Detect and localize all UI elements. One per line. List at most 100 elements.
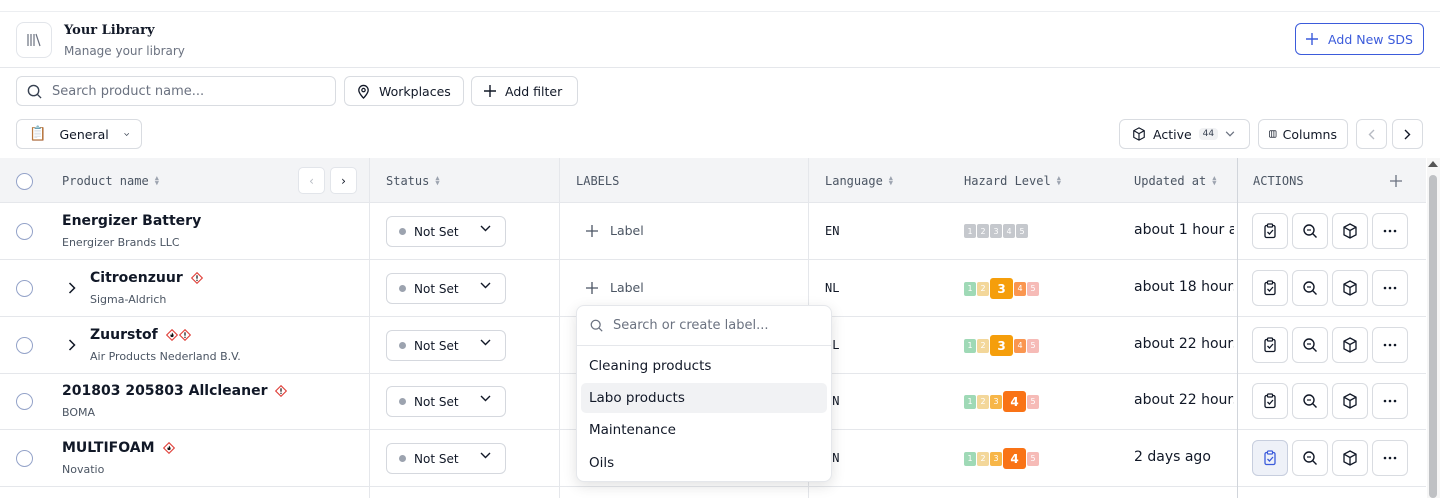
hazard-level-5: 5 (1027, 338, 1039, 353)
clipboard-check-icon (1264, 223, 1276, 239)
sort-icon: ▲ ▼ (154, 173, 159, 187)
column-scroll-left-button[interactable]: ‹ (298, 167, 325, 194)
hazard-level-4: 4 (1003, 224, 1015, 238)
label-dropdown: Cleaning products Labo products Maintena… (576, 305, 832, 482)
column-scroll-right-button[interactable]: › (330, 167, 357, 194)
more-action-button[interactable] (1372, 327, 1408, 363)
zoom-action-button[interactable] (1292, 383, 1328, 419)
add-label-button[interactable]: Label (586, 223, 644, 238)
product-search[interactable] (16, 76, 336, 106)
label-search-input[interactable] (613, 318, 823, 333)
hazard-level-4: 4 (1014, 338, 1026, 353)
clipboard-check-action-button[interactable] (1252, 213, 1288, 249)
zoom-action-button[interactable] (1292, 213, 1328, 249)
manufacturer: BOMA (62, 406, 96, 419)
product-name[interactable]: 201803 205803 Allcleaner (62, 383, 288, 399)
table-row[interactable]: Energizer Battery Energizer Brands LLC Not… (0, 203, 1426, 260)
hazard-level-3: 3 (990, 224, 1002, 238)
row-checkbox[interactable] (16, 450, 33, 467)
label-option-maintenance[interactable]: Maintenance (581, 415, 827, 445)
row-checkbox[interactable] (16, 337, 33, 354)
col-labels: LABELS (576, 173, 620, 188)
zoom-action-button[interactable] (1292, 440, 1328, 476)
add-filter-button[interactable]: Add filter (471, 76, 578, 106)
status-value: Not Set (414, 281, 459, 296)
add-new-sds-button[interactable]: Add New SDS (1295, 23, 1424, 55)
view-selector[interactable]: 📋 General (16, 119, 142, 149)
row-checkbox[interactable] (16, 393, 33, 410)
status-select[interactable]: Not Set (386, 216, 506, 247)
row-divider (1238, 429, 1426, 430)
status-select[interactable]: Not Set (386, 443, 506, 474)
label-option-cleaning[interactable]: Cleaning products (581, 351, 827, 381)
hazard-level-4: 4 (1014, 281, 1026, 296)
col-updated-at[interactable]: Updated at ▲ ▼ (1134, 158, 1216, 203)
chevron-left-icon (1368, 129, 1375, 139)
more-action-button[interactable] (1372, 213, 1408, 249)
status-value: Not Set (414, 451, 459, 466)
chevron-right-icon[interactable] (68, 282, 76, 294)
select-all-checkbox[interactable] (16, 173, 33, 190)
chevron-down-icon (123, 132, 129, 136)
page-prev-button[interactable] (1356, 119, 1387, 149)
page-subtitle: Manage your library (64, 44, 185, 58)
row-divider (1238, 259, 1426, 260)
page-next-button[interactable] (1392, 119, 1423, 149)
product-name[interactable]: MULTIFOAM (62, 440, 175, 456)
scroll-up-arrow-icon[interactable] (1428, 161, 1438, 167)
cube-action-button[interactable] (1332, 383, 1368, 419)
add-label-text: Label (610, 280, 644, 295)
clipboard-check-action-button[interactable] (1252, 440, 1288, 476)
product-name[interactable]: Zuurstof (90, 327, 191, 343)
status-select[interactable]: Not Set (386, 330, 506, 361)
scrollbar-thumb[interactable] (1429, 175, 1437, 498)
chevron-right-icon[interactable] (68, 339, 76, 351)
status-select[interactable]: Not Set (386, 273, 506, 304)
more-action-button[interactable] (1372, 440, 1408, 476)
more-action-button[interactable] (1372, 383, 1408, 419)
col-hazard-level[interactable]: Hazard Level ▲ ▼ (964, 158, 1061, 203)
plus-icon (586, 281, 598, 294)
clipboard-check-icon (1264, 450, 1276, 466)
cube-action-button[interactable] (1332, 327, 1368, 363)
col-product-name[interactable]: Product name ▲ ▼ (62, 158, 159, 203)
zoom-icon (1303, 394, 1317, 408)
chevron-down-icon (480, 282, 491, 289)
chevron-down-icon (1225, 131, 1235, 137)
label-search[interactable] (577, 306, 831, 346)
col-status[interactable]: Status ▲ ▼ (386, 158, 440, 203)
columns-button[interactable]: Columns (1258, 119, 1348, 149)
search-input[interactable] (52, 83, 322, 99)
clipboard-check-action-button[interactable] (1252, 383, 1288, 419)
view-label: General (59, 126, 109, 142)
zoom-action-button[interactable] (1292, 270, 1328, 306)
product-name[interactable]: Energizer Battery (62, 213, 209, 229)
location-pin-icon (358, 84, 369, 99)
label-option-labo[interactable]: Labo products (581, 383, 827, 413)
row-checkbox[interactable] (16, 280, 33, 297)
label-option-oils[interactable]: Oils (581, 448, 827, 478)
hazard-level-scale: 12345 (964, 335, 1039, 356)
add-label-button[interactable]: Label (586, 280, 644, 295)
row-checkbox[interactable] (16, 223, 33, 240)
row-divider (1238, 373, 1426, 374)
cube-icon (1343, 393, 1357, 409)
zoom-action-button[interactable] (1292, 327, 1328, 363)
language-code: EN (825, 224, 840, 238)
cube-action-button[interactable] (1332, 440, 1368, 476)
clipboard-check-action-button[interactable] (1252, 327, 1288, 363)
cube-action-button[interactable] (1332, 270, 1368, 306)
col-language[interactable]: Language ▲ ▼ (825, 158, 893, 203)
cube-action-button[interactable] (1332, 213, 1368, 249)
ghs-icons (275, 385, 288, 397)
active-filter-button[interactable]: Active 44 (1119, 119, 1250, 149)
ghs-icons (162, 442, 175, 454)
clipboard-check-action-button[interactable] (1252, 270, 1288, 306)
workplaces-button[interactable]: Workplaces (344, 76, 464, 106)
status-select[interactable]: Not Set (386, 386, 506, 417)
more-action-button[interactable] (1372, 270, 1408, 306)
hazard-level-1: 1 (964, 451, 976, 466)
product-name[interactable]: Citroenzuur (90, 270, 203, 286)
add-column-button[interactable] (1390, 158, 1402, 203)
cube-icon (1343, 450, 1357, 466)
